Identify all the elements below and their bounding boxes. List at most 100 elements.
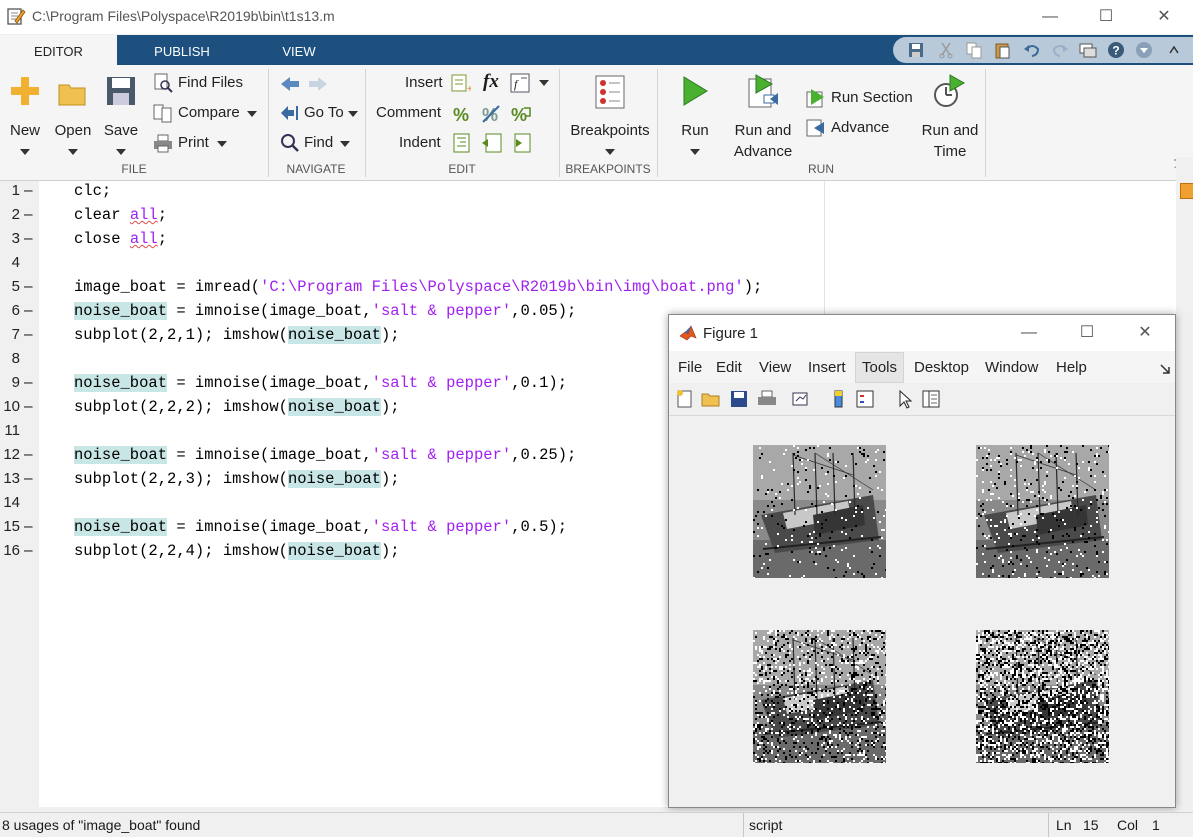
vertical-scrollbar[interactable] (1176, 157, 1193, 807)
help-icon[interactable]: ? (1107, 41, 1125, 59)
save-icon[interactable] (907, 41, 925, 59)
save-figure-icon[interactable] (729, 389, 749, 409)
breakpoint-dash[interactable]: – (24, 446, 33, 464)
menu-help[interactable]: Help (1056, 359, 1087, 376)
code-text: noise_boat = imnoise(image_boat,'salt & … (74, 518, 567, 536)
section-run-label: RUN (808, 162, 834, 176)
code-line[interactable]: 4 (0, 254, 820, 278)
comment-button[interactable]: Comment (376, 102, 441, 124)
open-button[interactable]: Open (52, 73, 94, 157)
link-plot-icon[interactable] (791, 389, 811, 409)
breakpoint-dash[interactable]: – (24, 206, 33, 224)
breakpoints-button[interactable]: Breakpoints (566, 73, 654, 157)
code-line[interactable]: 2– clear all; (0, 206, 820, 230)
new-button[interactable]: New (4, 73, 46, 157)
figure-window[interactable]: Figure 1 — ☐ ✕ File Edit View Insert Too… (668, 314, 1176, 808)
menu-desktop[interactable]: Desktop (914, 359, 969, 376)
decrease-indent-icon[interactable] (481, 133, 503, 153)
comment-icon[interactable]: % (452, 104, 472, 124)
section-file-label: FILE (121, 162, 147, 176)
pointer-icon[interactable] (895, 389, 915, 409)
chevron-down-icon (340, 141, 350, 147)
menu-window[interactable]: Window (985, 359, 1038, 376)
new-figure-icon[interactable] (675, 389, 695, 409)
dock-arrow-icon[interactable] (1159, 363, 1171, 375)
forward-arrow-icon[interactable] (308, 75, 328, 93)
code-plain: = imnoise(image_boat, (167, 518, 372, 536)
breakpoint-dash[interactable]: – (24, 278, 33, 296)
code-line[interactable]: 5– image_boat = imread('C:\Program Files\… (0, 278, 820, 302)
redo-icon[interactable] (1051, 41, 1069, 59)
back-arrow-icon[interactable] (280, 75, 300, 93)
insert-function-menu-icon[interactable]: f (510, 73, 532, 93)
run-button[interactable]: Run (672, 73, 718, 157)
run-and-advance-button[interactable]: Run and Advance (732, 73, 794, 160)
legend-icon[interactable] (855, 389, 875, 409)
breakpoint-dash[interactable]: – (24, 398, 33, 416)
breakpoint-dash[interactable]: – (24, 302, 33, 320)
open-file-icon[interactable] (701, 389, 721, 409)
breakpoint-dash[interactable]: – (24, 230, 33, 248)
indent-button[interactable]: Indent (399, 132, 441, 154)
svg-text:%: % (453, 105, 469, 124)
breakpoint-dash[interactable]: – (24, 326, 33, 344)
print-figure-icon[interactable] (757, 389, 777, 409)
figure-minimize-button[interactable]: — (1009, 320, 1049, 346)
paste-icon[interactable] (993, 41, 1011, 59)
code-plain: clc; (74, 182, 112, 200)
tab-editor[interactable]: EDITOR (0, 35, 117, 65)
expand-icon[interactable] (1165, 41, 1183, 59)
property-editor-icon[interactable] (921, 389, 941, 409)
save-icon (107, 77, 135, 105)
copy-icon[interactable] (965, 41, 983, 59)
colorbar-icon[interactable] (829, 389, 849, 409)
chevron-down-icon[interactable] (539, 80, 549, 86)
run-and-time-button[interactable]: Run and Time (918, 73, 982, 160)
minimize-button[interactable]: — (1030, 4, 1070, 30)
code-line[interactable]: 3– close all; (0, 230, 820, 254)
compare-button[interactable]: Compare (153, 102, 257, 124)
cut-icon[interactable] (937, 41, 955, 59)
find-button[interactable]: Find (280, 132, 350, 154)
advance-button[interactable]: Advance (806, 117, 889, 139)
breakpoint-dash[interactable]: – (24, 374, 33, 392)
menu-view[interactable]: View (759, 359, 791, 376)
go-to-icon (281, 106, 298, 120)
code-plain: subplot(2,2,1); imshow( (74, 326, 288, 344)
options-icon[interactable] (1135, 41, 1153, 59)
insert-section-icon[interactable]: + (451, 73, 471, 93)
code-line[interactable]: 1– clc; (0, 182, 820, 206)
save-button[interactable]: Save (100, 73, 142, 157)
chevron-down-icon (217, 141, 227, 147)
menu-tools[interactable]: Tools (855, 352, 905, 383)
menu-file[interactable]: File (678, 359, 702, 376)
chevron-down-icon (20, 149, 30, 155)
tab-view[interactable]: VIEW (246, 35, 352, 65)
close-button[interactable]: ✕ (1144, 4, 1184, 30)
print-button[interactable]: Print (153, 132, 227, 154)
find-files-button[interactable]: Find Files (153, 72, 243, 94)
maximize-button[interactable]: ☐ (1086, 4, 1126, 30)
uncomment-icon[interactable]: % (481, 104, 503, 124)
increase-indent-icon[interactable] (510, 133, 532, 153)
run-section-button[interactable]: Run Section (806, 87, 913, 109)
breakpoint-dash[interactable]: – (24, 182, 33, 200)
undo-icon[interactable] (1023, 41, 1041, 59)
insert-function-button[interactable]: fx (483, 71, 499, 93)
smart-indent-icon[interactable] (452, 133, 472, 153)
breakpoint-dash[interactable]: – (24, 470, 33, 488)
printer-icon (154, 134, 172, 153)
wrap-comments-icon[interactable]: % (510, 104, 532, 124)
figure-maximize-button[interactable]: ☐ (1067, 320, 1107, 346)
tab-publish[interactable]: PUBLISH (130, 35, 234, 65)
breakpoint-dash[interactable]: – (24, 542, 33, 560)
breakpoint-dash[interactable]: – (24, 518, 33, 536)
code-plain: ; (157, 206, 168, 224)
menu-insert[interactable]: Insert (808, 359, 846, 376)
go-to-button[interactable]: Go To (280, 102, 358, 124)
insert-button[interactable]: Insert (405, 72, 443, 94)
menu-edit[interactable]: Edit (716, 359, 742, 376)
figure-close-button[interactable]: ✕ (1125, 320, 1165, 346)
switch-windows-icon[interactable] (1079, 41, 1097, 59)
warning-marker[interactable] (1180, 183, 1193, 199)
